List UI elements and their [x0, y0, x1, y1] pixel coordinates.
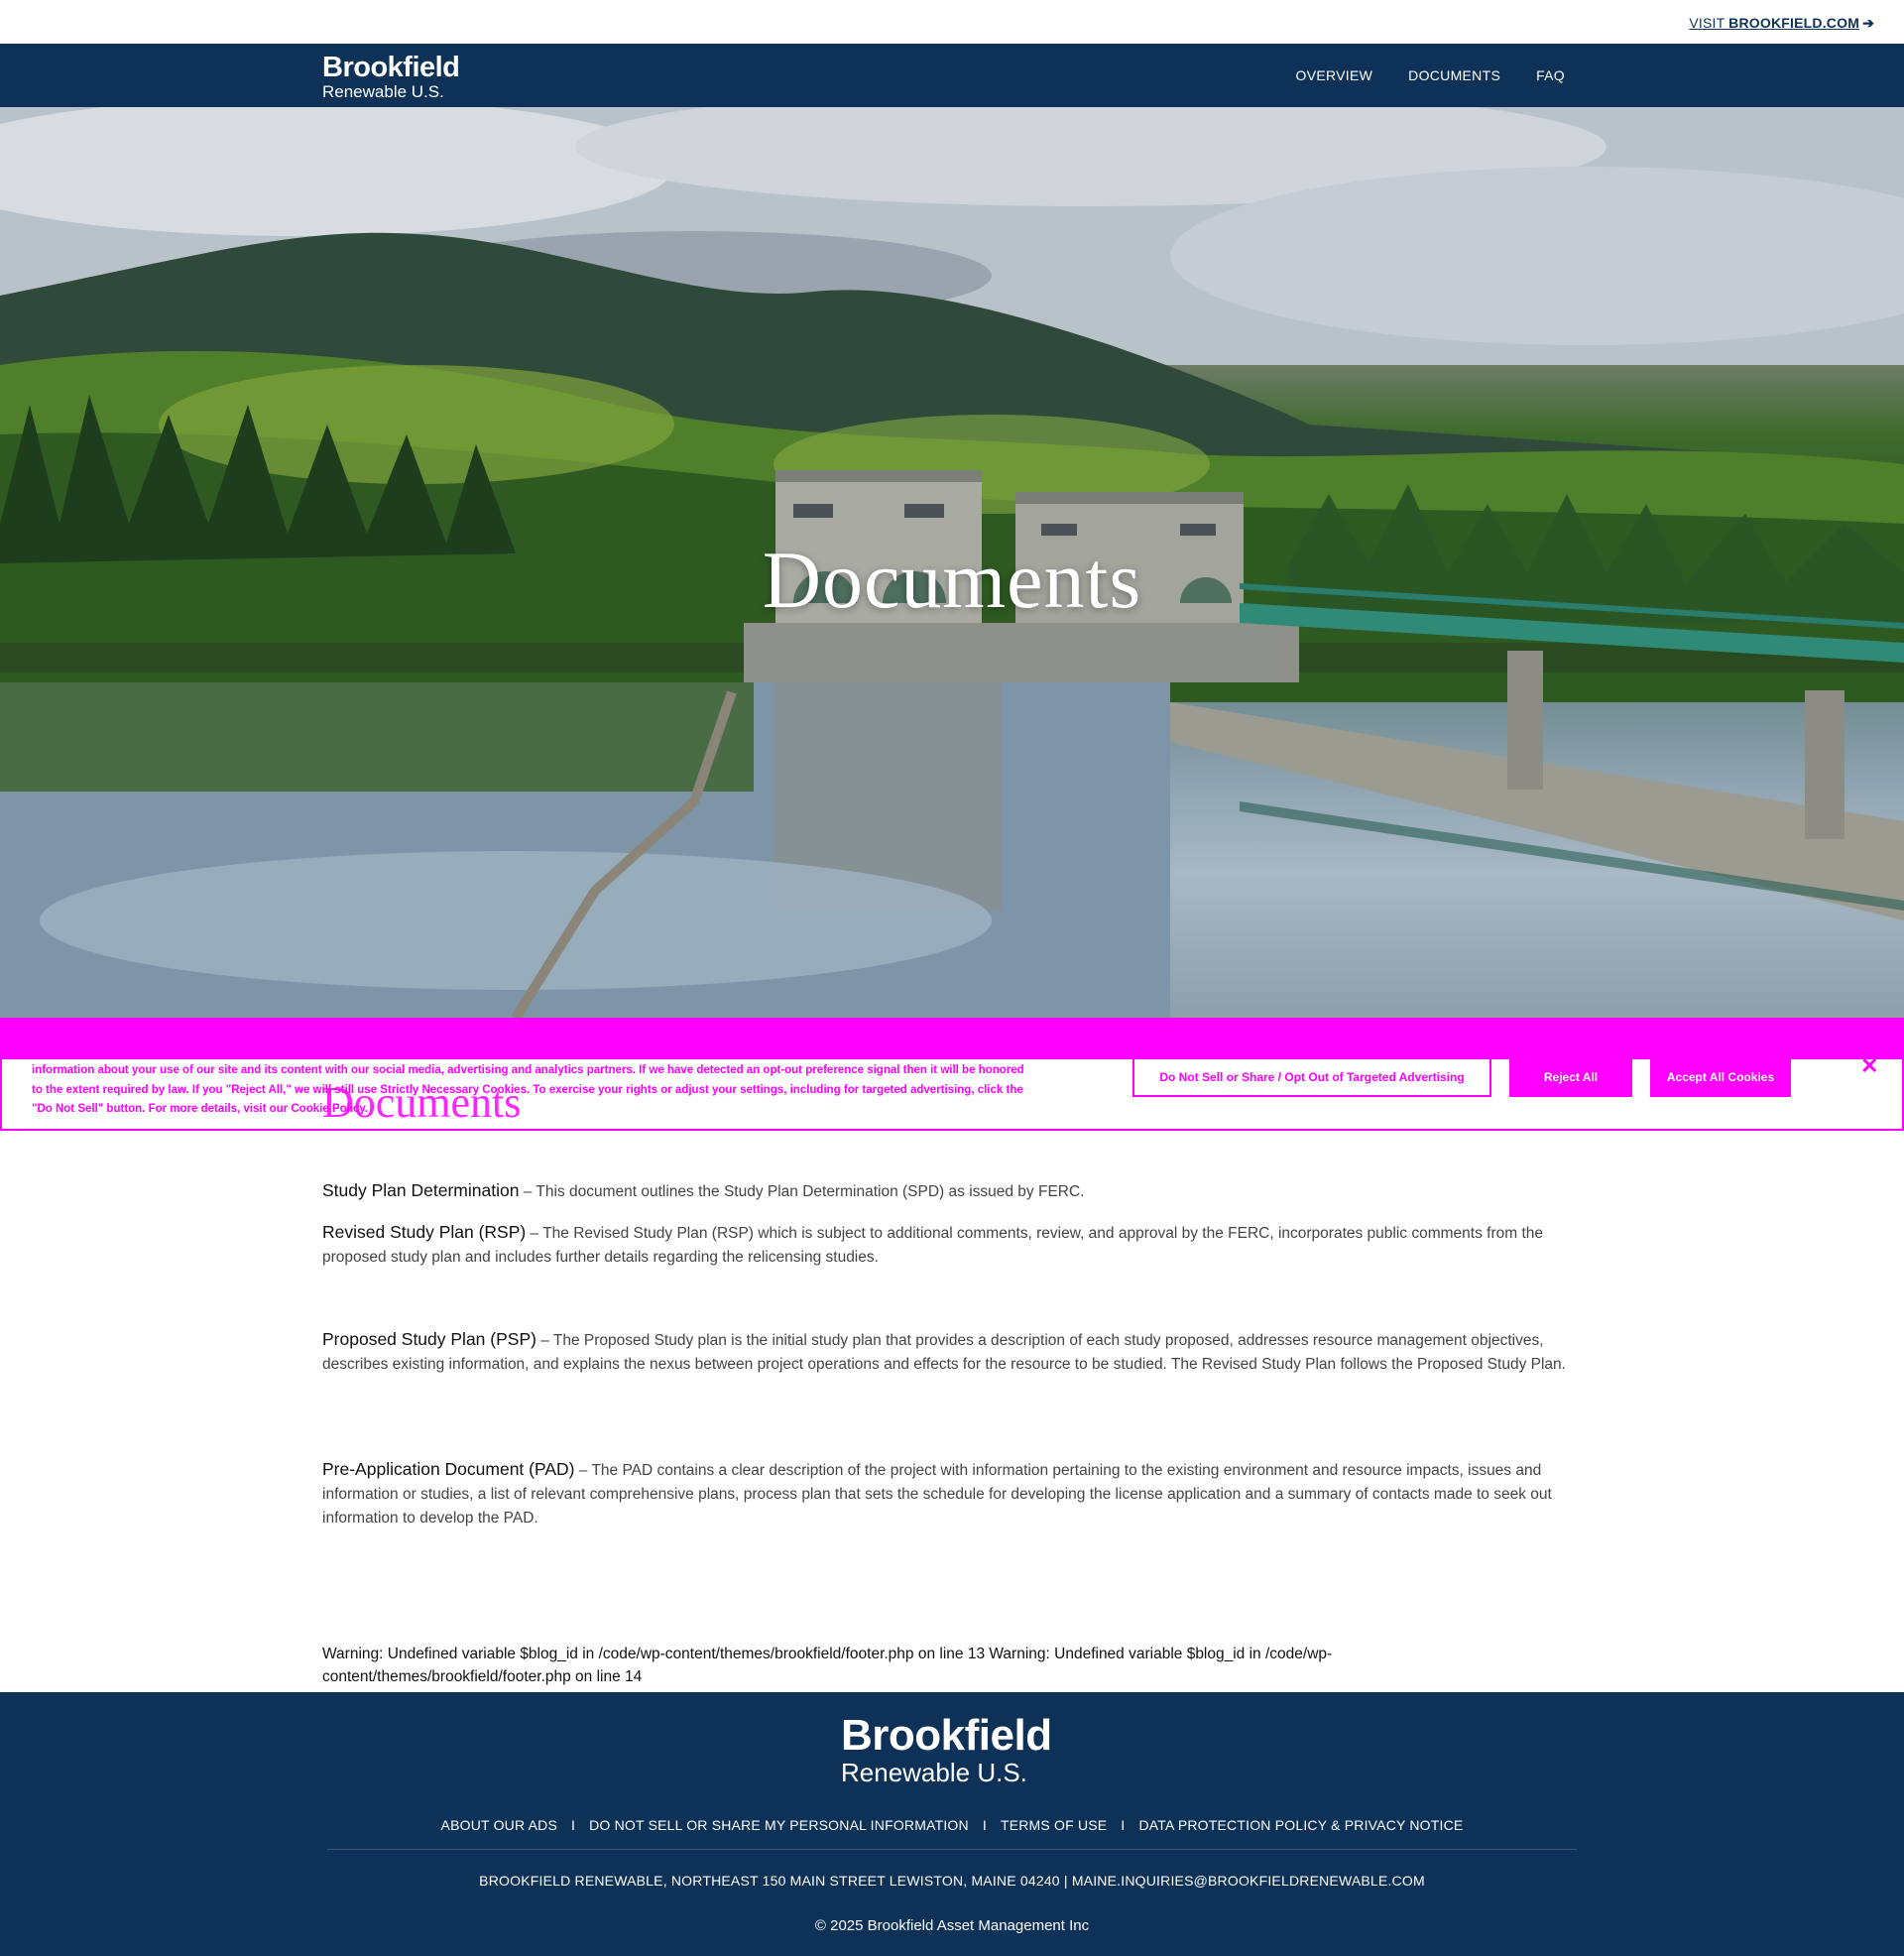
accept-all-cookies-button[interactable]: Accept All Cookies — [1650, 1057, 1791, 1097]
footer-link-do-not-sell[interactable]: DO NOT SELL OR SHARE MY PERSONAL INFORMA… — [589, 1817, 969, 1833]
visit-prefix: VISIT — [1689, 15, 1729, 31]
footer-logo-line-2: Renewable U.S. — [841, 1758, 1027, 1787]
pre-application-document-link[interactable]: Pre-Application Document (PAD) — [322, 1459, 575, 1479]
nav-overview[interactable]: OVERVIEW — [1296, 67, 1373, 83]
footer-link-privacy-notice[interactable]: DATA PROTECTION POLICY & PRIVACY NOTICE — [1138, 1817, 1463, 1833]
documents-section-title: Documents — [322, 1078, 522, 1127]
footer-separator: I — [1121, 1817, 1126, 1833]
nav-faq[interactable]: FAQ — [1536, 67, 1565, 83]
footer-copyright: © 2025 Brookfield Asset Management Inc — [814, 1917, 1090, 1934]
arrow-right-icon: ➔ — [1862, 15, 1874, 31]
nav-links: OVERVIEW DOCUMENTS FAQ — [1296, 44, 1565, 107]
study-plan-determination-link[interactable]: Study Plan Determination — [322, 1180, 519, 1200]
footer-divider — [327, 1849, 1577, 1850]
footer-address: BROOKFIELD RENEWABLE, NORTHEAST 150 MAIN… — [479, 1873, 1425, 1889]
document-item: Study Plan Determination – This document… — [322, 1178, 1592, 1204]
main-navbar: Brookfield Renewable U.S. OVERVIEW DOCUM… — [0, 44, 1904, 107]
footer-links: ABOUT OUR ADS I DO NOT SELL OR SHARE MY … — [0, 1817, 1904, 1833]
cookie-banner: information about your use of our site a… — [0, 1018, 1904, 1131]
revised-study-plan-link[interactable]: Revised Study Plan (RSP) — [322, 1222, 526, 1242]
document-description: – This document outlines the Study Plan … — [519, 1183, 1085, 1200]
footer-separator: I — [571, 1817, 576, 1833]
close-icon[interactable]: ✕ — [1860, 1055, 1878, 1077]
document-item: Revised Study Plan (RSP) – The Revised S… — [322, 1220, 1592, 1270]
utility-bar: VISIT BROOKFIELD.COM ➔ — [0, 0, 1904, 44]
hero-banner: Documents — [0, 107, 1904, 1018]
reject-all-button[interactable]: Reject All — [1509, 1057, 1632, 1097]
cookie-banner-header-strip — [2, 1018, 1904, 1059]
logo-line-1: Brookfield — [322, 52, 460, 83]
hero-title: Documents — [762, 535, 1142, 625]
do-not-sell-button[interactable]: Do Not Sell or Share / Opt Out of Target… — [1132, 1057, 1491, 1097]
logo-line-2: Renewable U.S. — [322, 82, 444, 101]
brand-logo[interactable]: Brookfield Renewable U.S. — [322, 52, 460, 101]
nav-documents[interactable]: DOCUMENTS — [1408, 67, 1500, 83]
footer-separator: I — [982, 1817, 987, 1833]
footer-logo-line-1: Brookfield — [841, 1711, 1052, 1760]
visit-brookfield-link[interactable]: VISIT BROOKFIELD.COM ➔ — [1689, 15, 1874, 32]
document-item: Proposed Study Plan (PSP) – The Proposed… — [322, 1327, 1592, 1377]
site-footer: Brookfield Renewable U.S. ABOUT OUR ADS … — [0, 1692, 1904, 1956]
footer-logo[interactable]: Brookfield Renewable U.S. — [841, 1711, 1052, 1787]
php-warning-text: Warning: Undefined variable $blog_id in … — [322, 1646, 1333, 1685]
proposed-study-plan-link[interactable]: Proposed Study Plan (PSP) — [322, 1329, 536, 1349]
footer-link-about-our-ads[interactable]: ABOUT OUR ADS — [441, 1817, 557, 1833]
cookie-banner-text: information about your use of our site a… — [32, 1064, 1024, 1115]
footer-link-terms-of-use[interactable]: TERMS OF USE — [1001, 1817, 1107, 1833]
document-item: Pre-Application Document (PAD) – The PAD… — [322, 1457, 1592, 1530]
visit-domain: BROOKFIELD.COM — [1728, 15, 1860, 31]
